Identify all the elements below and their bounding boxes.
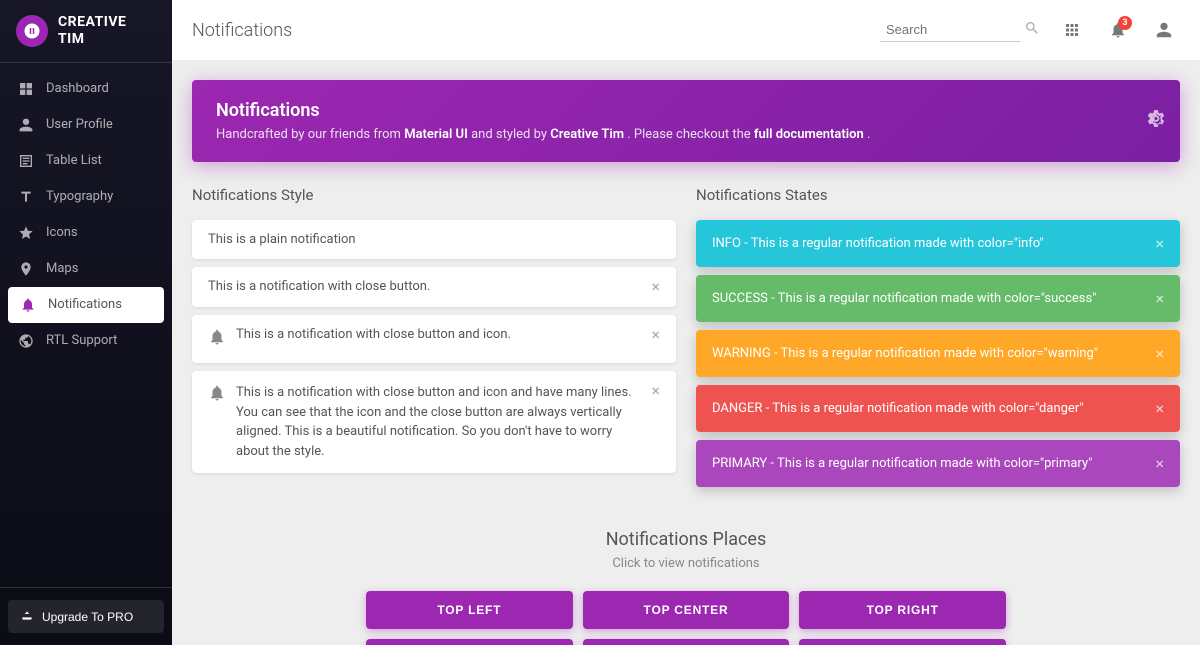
notifications-places-subtitle: Click to view notifications [192,556,1180,571]
notification-with-icon: This is a notification with close button… [192,315,676,363]
header-card-title: Notifications [216,100,1156,121]
full-docs-link[interactable]: full documentation [754,127,864,142]
upload-icon [20,608,34,625]
sidebar-brand-title: CREATIVE TIM [58,14,126,48]
sidebar: CREATIVE TIM Dashboard User Profile [0,0,172,645]
notification-success: SUCCESS - This is a regular notification… [696,275,1180,322]
notification-danger: DANGER - This is a regular notification … [696,385,1180,432]
search-input[interactable] [880,18,1020,42]
notification-plain-text: This is a plain notification [208,232,356,247]
grid-icon [16,81,36,97]
close-button[interactable]: × [1155,454,1164,473]
notification-warning-text: WARNING - This is a regular notification… [712,346,1098,361]
sidebar-item-table-list-label: Table List [46,153,102,168]
notification-with-close: This is a notification with close button… [192,267,676,307]
notification-bell-icon [208,328,226,351]
material-ui-link[interactable]: Material UI [404,127,468,142]
notification-primary-text: PRIMARY - This is a regular notification… [712,456,1092,471]
notification-multiline-text: This is a notification with close button… [236,383,643,461]
close-button[interactable]: × [643,327,660,343]
close-button[interactable]: × [1155,234,1164,253]
notification-warning: WARNING - This is a regular notification… [696,330,1180,377]
sidebar-item-icons[interactable]: Icons [0,215,172,251]
bottom-left-button[interactable]: BOTTOM LEFT [366,639,573,645]
star-icon [16,225,36,241]
notification-bell-icon-2 [208,384,226,407]
notification-info: INFO - This is a regular notification ma… [696,220,1180,267]
creative-tim-link[interactable]: Creative Tim [550,127,624,142]
notification-multiline: This is a notification with close button… [192,371,676,473]
sidebar-item-table-list[interactable]: Table List [0,143,172,179]
person-icon [16,117,36,133]
content-area: Notifications Handcrafted by our friends… [172,60,1200,645]
top-right-button[interactable]: TOP RIGHT [799,591,1006,629]
main-area: Notifications 3 Notifications H [172,0,1200,645]
notifications-places: Notifications Places Click to view notif… [192,519,1180,645]
upgrade-label: Upgrade To PRO [42,610,133,624]
col-notifications-states: Notifications States INFO - This is a re… [696,186,1180,495]
bottom-right-button[interactable]: BOTTOM RIGHT [799,639,1006,645]
settings-icon[interactable] [1146,109,1166,134]
desc-suffix: . Please checkout the [627,127,754,142]
sidebar-header: CREATIVE TIM [0,0,172,63]
table-icon [16,153,36,169]
places-button-grid: TOP LEFT TOP CENTER TOP RIGHT BOTTOM LEF… [366,591,1006,645]
sidebar-footer: Upgrade To PRO [0,587,172,645]
sidebar-item-dashboard-label: Dashboard [46,81,109,96]
desc-prefix: Handcrafted by our friends from [216,127,404,142]
topbar: Notifications 3 [172,0,1200,60]
sidebar-item-rtl-label: RTL Support [46,333,117,348]
notifications-icon[interactable]: 3 [1102,14,1134,46]
sidebar-item-notifications-label: Notifications [48,297,122,312]
notifications-badge: 3 [1118,16,1132,30]
upgrade-button[interactable]: Upgrade To PRO [8,600,164,633]
topbar-title: Notifications [192,20,880,41]
notification-with-icon-text: This is a notification with close button… [236,327,511,342]
notification-plain: This is a plain notification [192,220,676,259]
notifications-style-title: Notifications Style [192,186,676,204]
sidebar-item-notifications[interactable]: Notifications [8,287,164,323]
sidebar-item-typography-label: Typography [46,189,113,204]
notifications-states-title: Notifications States [696,186,1180,204]
person-icon[interactable] [1148,14,1180,46]
close-button[interactable]: × [643,279,660,295]
sidebar-item-maps-label: Maps [46,261,78,276]
topbar-icons: 3 [1056,14,1180,46]
two-col-layout: Notifications Style This is a plain noti… [192,186,1180,495]
sidebar-item-typography[interactable]: Typography [0,179,172,215]
top-center-button[interactable]: TOP CENTER [583,591,790,629]
notification-info-text: INFO - This is a regular notification ma… [712,236,1044,251]
typography-icon [16,189,36,205]
desc-end: . [867,127,870,142]
sidebar-item-icons-label: Icons [46,225,78,240]
sidebar-logo [16,15,48,47]
header-card-description: Handcrafted by our friends from Material… [216,127,1156,142]
notifications-places-title: Notifications Places [192,529,1180,550]
globe-icon [16,333,36,349]
sidebar-item-dashboard[interactable]: Dashboard [0,71,172,107]
sidebar-item-maps[interactable]: Maps [0,251,172,287]
close-button[interactable]: × [1155,344,1164,363]
search-icon[interactable] [1024,20,1040,40]
bell-icon [18,297,38,313]
notification-danger-text: DANGER - This is a regular notification … [712,401,1083,416]
sidebar-nav: Dashboard User Profile Table List [0,63,172,587]
topbar-search [880,18,1040,42]
sidebar-item-user-profile[interactable]: User Profile [0,107,172,143]
bottom-center-button[interactable]: BOTTOM CENTER [583,639,790,645]
sidebar-item-user-profile-label: User Profile [46,117,113,132]
top-left-button[interactable]: TOP LEFT [366,591,573,629]
col-notifications-style: Notifications Style This is a plain noti… [192,186,676,495]
close-button[interactable]: × [1155,399,1164,418]
header-card: Notifications Handcrafted by our friends… [192,80,1180,162]
notification-success-text: SUCCESS - This is a regular notification… [712,291,1096,306]
notification-with-close-text: This is a notification with close button… [208,279,430,294]
notification-primary: PRIMARY - This is a regular notification… [696,440,1180,487]
close-button[interactable]: × [1155,289,1164,308]
sidebar-item-rtl-support[interactable]: RTL Support [0,323,172,359]
desc-mid: and styled by [471,127,550,142]
map-pin-icon [16,261,36,277]
apps-icon[interactable] [1056,14,1088,46]
close-button[interactable]: × [643,383,660,399]
